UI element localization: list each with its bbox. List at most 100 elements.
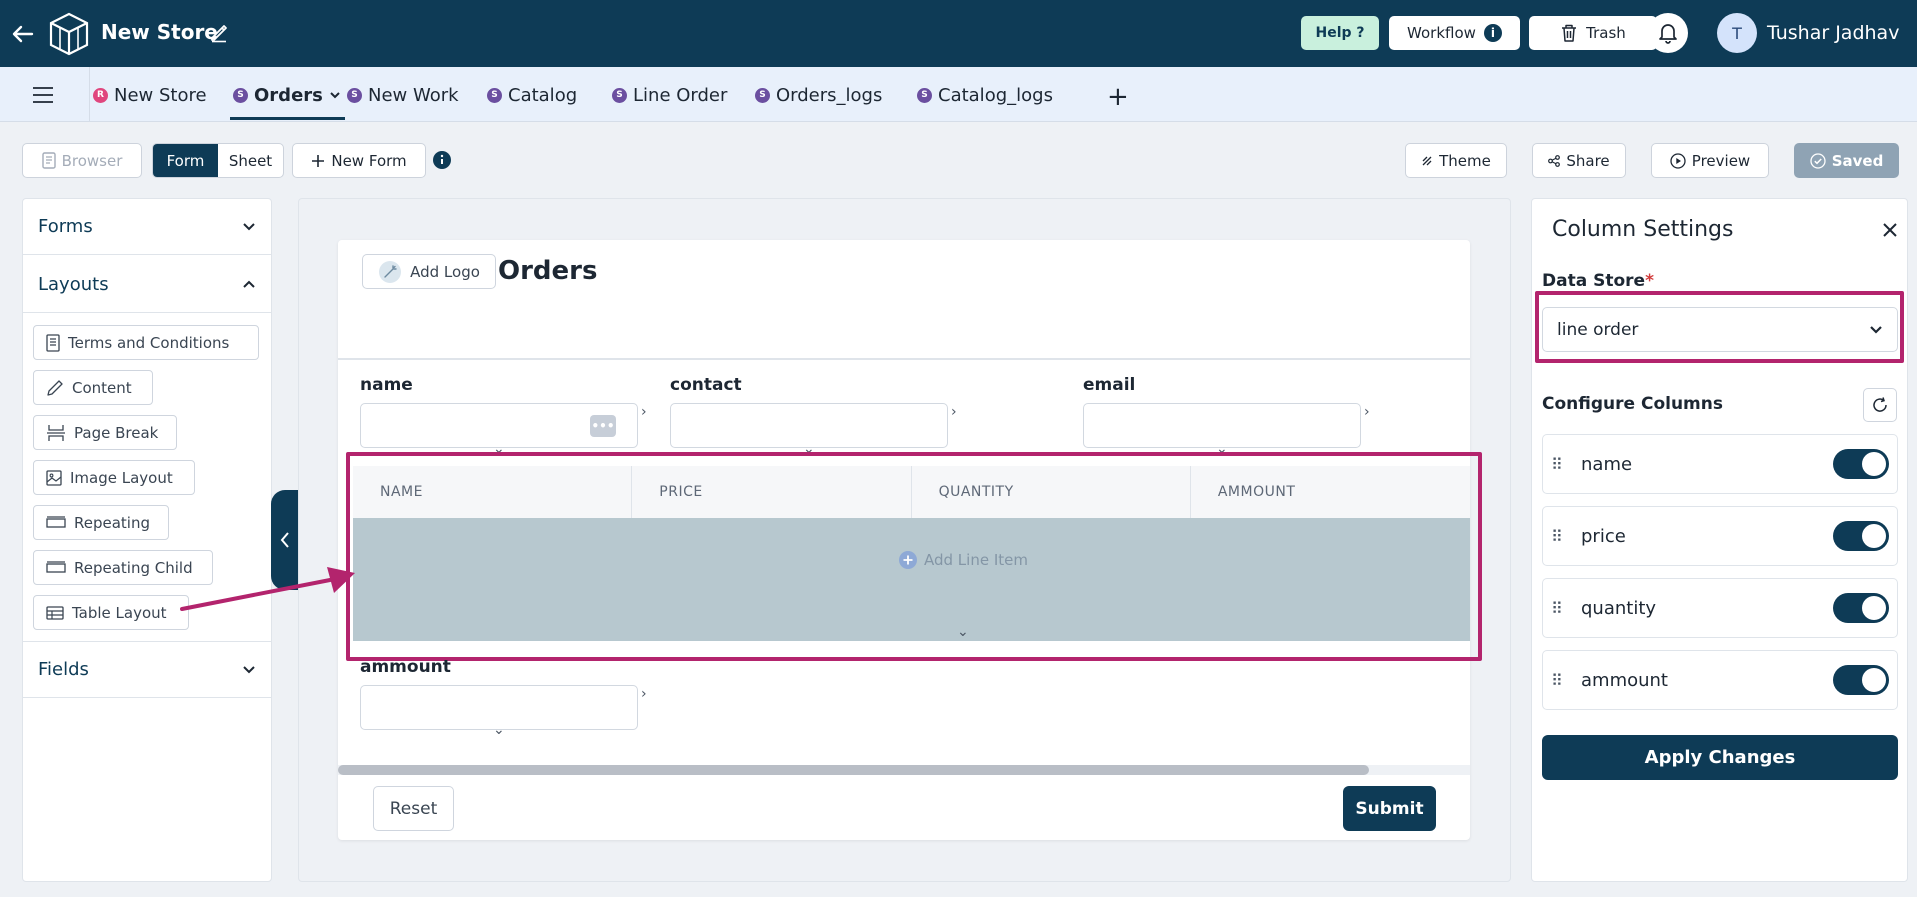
notification-bell-icon[interactable] [1648,13,1688,53]
tab-new-store[interactable]: R New Store [93,82,207,108]
chevron-right-icon[interactable]: › [1364,404,1370,420]
theme-label: Theme [1439,151,1491,170]
saved-label: Saved [1831,151,1884,170]
layout-item-label: Table Layout [72,603,167,622]
trash-label: Trash [1586,24,1626,42]
preview-button[interactable]: Preview [1651,143,1769,178]
column-toggle[interactable] [1833,593,1889,623]
tab-badge: S [233,87,248,103]
form-title: Orders [498,256,598,286]
layout-item-table-layout[interactable]: Table Layout [33,595,189,630]
form-header-divider [338,358,1470,360]
tab-label: New Store [114,84,207,106]
theme-button[interactable]: Theme [1405,143,1507,178]
saved-button[interactable]: Saved [1794,143,1899,178]
more-options-icon[interactable]: ••• [590,415,616,437]
add-logo-label: Add Logo [410,262,480,281]
browser-button[interactable]: Browser [22,143,142,178]
refresh-icon[interactable] [1863,388,1897,422]
layout-item-page-break[interactable]: Page Break [33,415,177,450]
check-circle-icon [1810,152,1826,169]
column-row-ammount: ⠿ ammount [1542,650,1898,710]
column-toggle[interactable] [1833,665,1889,695]
avatar[interactable]: T [1717,13,1757,53]
field-label-ammount: ammount [360,657,451,677]
tab-label: Orders_logs [776,84,883,106]
chevron-down-icon [242,222,256,231]
tab-label: Catalog_logs [938,84,1053,106]
document-icon [46,333,60,352]
info-icon: i [1483,24,1502,42]
column-toggle[interactable] [1833,449,1889,479]
form-view-button[interactable]: Form [153,144,218,177]
add-tab-button[interactable]: + [1107,82,1129,112]
drag-handle-icon[interactable]: ⠿ [1551,671,1569,690]
tab-orders-logs[interactable]: S Orders_logs [755,82,882,108]
close-icon[interactable] [1880,220,1900,240]
tab-badge: S [612,87,627,103]
apply-changes-button[interactable]: Apply Changes [1542,735,1898,780]
layouts-section-header[interactable]: Layouts [22,256,272,313]
submit-button[interactable]: Submit [1343,786,1436,831]
tab-label: Catalog [508,84,578,106]
drag-handle-icon[interactable]: ⠿ [1551,455,1569,474]
configure-columns-label: Configure Columns [1542,394,1723,414]
layout-item-repeating[interactable]: Repeating [33,505,169,540]
add-logo-button[interactable]: Add Logo [362,254,496,289]
field-label-contact: contact [670,375,742,395]
sheet-view-button[interactable]: Sheet [218,144,283,177]
chevron-down-icon [242,665,256,674]
column-row-quantity: ⠿ quantity [1542,578,1898,638]
chevron-down-icon[interactable]: ⌄ [493,722,505,738]
new-form-label: New Form [331,151,407,170]
info-icon[interactable] [433,151,451,169]
required-mark: * [1645,271,1654,291]
theme-icon [1421,155,1433,167]
new-form-button[interactable]: New Form [292,143,426,178]
fields-section-header[interactable]: Fields [22,641,272,698]
hamburger-menu-icon[interactable] [32,85,54,105]
tab-badge: S [487,87,502,103]
horizontal-scrollbar[interactable] [338,765,1369,775]
chevron-right-icon[interactable]: › [641,686,647,702]
tab-catalog[interactable]: S Catalog [487,82,577,108]
workflow-button[interactable]: Workflow i [1389,16,1520,50]
tab-line-order[interactable]: S Line Order [612,82,727,108]
data-store-label: Data Store* [1542,271,1654,291]
layout-item-image-layout[interactable]: Image Layout [33,460,195,495]
tab-label: Orders [254,84,323,106]
edit-pencil-icon[interactable] [209,23,229,43]
view-toggle: Form Sheet [152,143,284,178]
forms-section-header[interactable]: Forms [22,198,272,255]
column-toggle[interactable] [1833,521,1889,551]
layout-item-terms-and-conditions[interactable]: Terms and Conditions [33,325,259,360]
share-button[interactable]: Share [1532,143,1626,178]
field-label-name: name [360,375,413,395]
layout-item-label: Image Layout [70,468,173,487]
trash-button[interactable]: Trash [1529,16,1657,50]
tab-new-work[interactable]: S New Work [347,82,459,108]
chevron-right-icon[interactable]: › [641,404,647,420]
drag-handle-icon[interactable]: ⠿ [1551,527,1569,546]
reset-button[interactable]: Reset [373,786,454,831]
tab-orders[interactable]: S Orders [233,82,341,108]
column-row-price: ⠿ price [1542,506,1898,566]
layout-item-label: Terms and Conditions [68,333,230,352]
drag-handle-icon[interactable]: ⠿ [1551,599,1569,618]
layout-item-label: Repeating Child [74,558,193,577]
tab-catalog-logs[interactable]: S Catalog_logs [917,82,1053,108]
fields-label: Fields [38,659,89,680]
help-button[interactable]: Help ? [1301,16,1379,50]
magic-wand-icon [378,260,402,284]
chevron-right-icon[interactable]: › [951,404,957,420]
layout-item-label: Repeating [74,513,150,532]
active-tab-indicator [230,117,345,120]
column-name: quantity [1581,597,1657,619]
image-icon [46,469,62,486]
back-arrow-icon[interactable] [10,21,36,47]
chevron-down-icon[interactable] [329,91,341,99]
user-name[interactable]: Tushar Jadhav [1767,22,1899,44]
data-store-highlight [1535,291,1904,363]
table-icon [46,605,64,620]
layout-item-content[interactable]: Content [33,370,153,405]
